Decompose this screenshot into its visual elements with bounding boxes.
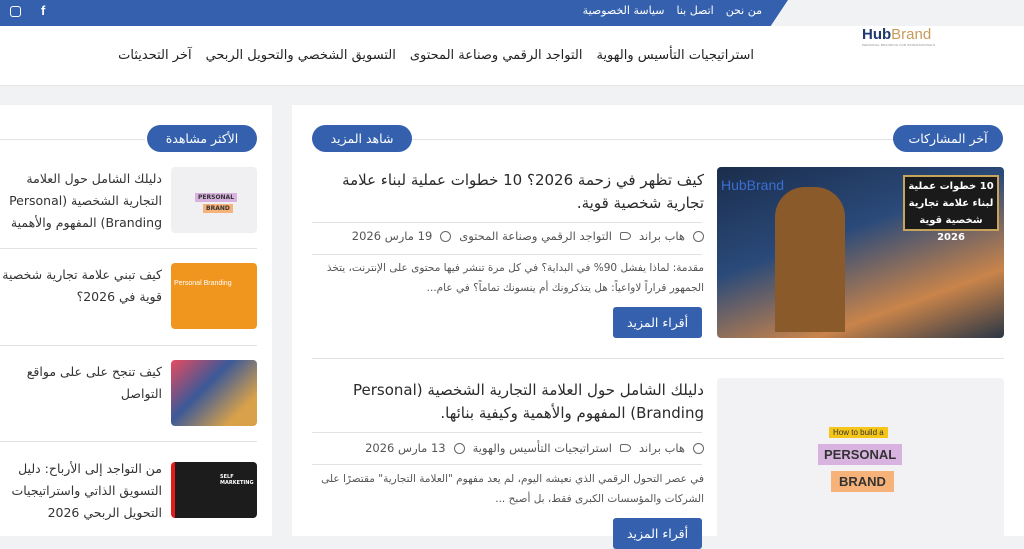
contact-link[interactable]: اتصل بنا <box>676 4 713 17</box>
user-icon <box>693 230 704 242</box>
nav-item-digital-presence[interactable]: التواجد الرقمي وصناعة المحتوى <box>410 48 583 63</box>
post-excerpt: مقدمة: لماذا يفشل 90% في البداية؟ في كل … <box>326 262 704 294</box>
latest-posts-heading: آخر المشاركات <box>893 125 1003 152</box>
nav-item-strategies[interactable]: استراتيجيات التأسيس والهوية <box>596 48 754 63</box>
post-title[interactable]: دليلك الشامل حول العلامة التجارية الشخصي… <box>312 379 704 425</box>
tag-icon <box>619 444 631 452</box>
clock-icon <box>440 230 452 242</box>
post-category[interactable]: التواجد الرقمي وصناعة المحتوى <box>459 229 612 243</box>
sidebar-thumb[interactable]: Personal Branding <box>171 263 257 329</box>
person-figure <box>775 187 845 332</box>
nav-item-updates[interactable]: آخر التحديثات <box>118 48 191 63</box>
user-icon <box>693 442 704 454</box>
facebook-icon[interactable]: f <box>41 3 45 18</box>
sidebar-item-title[interactable]: من التواجد إلى الأرباح: دليل التسويق الذ… <box>2 458 162 524</box>
top-links: من نحن اتصل بنا سياسة الخصوصية <box>583 4 762 17</box>
sidebar-item-title[interactable]: دليلك الشامل حول العلامة التجارية الشخصي… <box>2 168 162 234</box>
post-title[interactable]: كيف تظهر في زحمة 2026؟ 10 خطوات عملية لب… <box>312 169 704 215</box>
header: HubBrand PERSONAL BRANDING FOR PROFESSION… <box>0 26 1024 86</box>
read-more-button[interactable]: أقراء المزيد <box>613 307 702 338</box>
logo[interactable]: HubBrand PERSONAL BRANDING FOR PROFESSION… <box>862 26 935 47</box>
sidebar-thumb[interactable]: SELF MARKETING <box>171 462 257 518</box>
image-logo: HubBrand <box>721 177 785 193</box>
sidebar-item-title[interactable]: كيف تنجح على على مواقع التواصل <box>2 361 162 405</box>
post-date: 19 مارس 2026 <box>351 229 433 243</box>
about-link[interactable]: من نحن <box>726 4 762 17</box>
post-meta: هاب براند التواجد الرقمي وصناعة المحتوى … <box>352 229 704 243</box>
tag-icon <box>619 232 631 240</box>
clock-icon <box>453 442 465 454</box>
instagram-icon[interactable] <box>10 6 21 17</box>
main-nav: استراتيجيات التأسيس والهوية التواجد الرق… <box>118 48 754 63</box>
most-viewed-heading: الأكثر مشاهدة <box>147 125 257 152</box>
post-date: 13 مارس 2026 <box>365 441 446 455</box>
nav-item-marketing[interactable]: التسويق الشخصي والتحويل الربحي <box>206 48 396 63</box>
privacy-link[interactable]: سياسة الخصوصية <box>583 4 665 17</box>
read-more-button[interactable]: أقراء المزيد <box>613 518 702 549</box>
post-excerpt: في عصر التحول الرقمي الذي نعيشه اليوم، ل… <box>321 473 704 505</box>
post-category[interactable]: استراتيجيات التأسيس والهوية <box>473 441 612 455</box>
image-caption: 10 خطوات عملية لبناء علامة تجارية شخصية … <box>903 175 999 243</box>
sidebar-item-title[interactable]: كيف تبني علامة تجارية شخصية قوية في 2026… <box>2 264 162 308</box>
image-caption: BRAND <box>831 471 894 492</box>
sidebar-thumb[interactable]: PERSONAL BRAND <box>171 167 257 233</box>
post-author[interactable]: هاب براند <box>639 229 685 243</box>
image-caption: PERSONAL <box>818 444 903 465</box>
image-caption: How to build a <box>829 427 888 438</box>
post-meta: هاب براند استراتيجيات التأسيس والهوية 13… <box>365 441 704 455</box>
post-author[interactable]: هاب براند <box>639 441 685 455</box>
post-image[interactable]: How to build a PERSONAL BRAND <box>717 378 1004 548</box>
sidebar-thumb[interactable] <box>171 360 257 426</box>
post-image[interactable]: HubBrand 10 خطوات عملية لبناء علامة تجار… <box>717 167 1004 338</box>
see-more-button[interactable]: شاهد المزيد <box>312 125 412 152</box>
